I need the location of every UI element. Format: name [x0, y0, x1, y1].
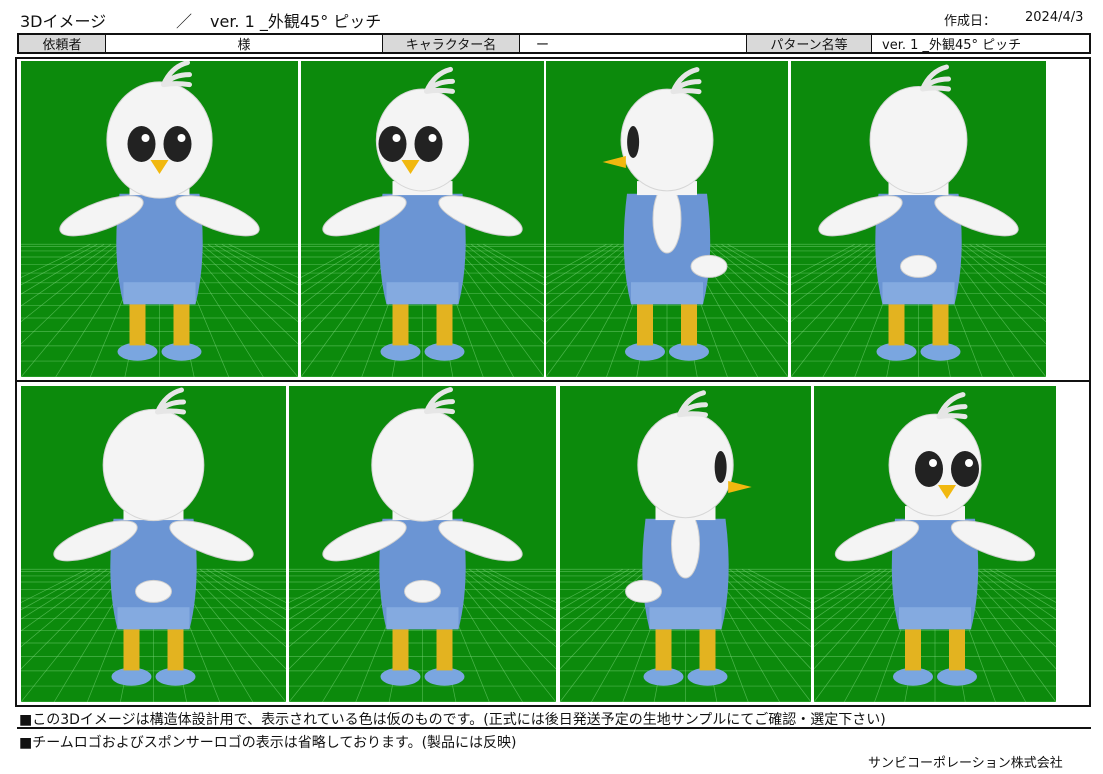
character-value: ー [520, 35, 747, 52]
note-logo-disclaimer: ■チームロゴおよびスポンサーロゴの表示は省略しております。(製品には反映) [19, 735, 517, 751]
view-side-right [560, 386, 811, 702]
view-front [21, 61, 298, 377]
row-divider [15, 380, 1091, 382]
view-back-right-45 [289, 386, 556, 702]
date-label: 作成日： [944, 14, 997, 29]
client-label: 依頼者 [19, 35, 106, 52]
info-table: 依頼者 様 キャラクター名 ー パターン名等 ver. 1 _外観45° ピッチ [17, 33, 1091, 54]
date-value: 2024/4/3 [1025, 10, 1084, 25]
pattern-value: ver. 1 _外観45° ピッチ [882, 38, 1022, 52]
client-value: 様 [106, 35, 383, 52]
view-back [21, 386, 286, 702]
note-divider [17, 727, 1091, 729]
version-title: ver. 1 _外観45° ピッチ [210, 12, 382, 31]
company-name: サンビコーポレーション株式会社 [868, 756, 1063, 771]
pattern-label: パターン名等 [747, 35, 872, 52]
view-side-left [546, 61, 788, 377]
view-front-right-45 [814, 386, 1056, 702]
title-separator: ／ [176, 12, 193, 31]
note-color-disclaimer: ■この3Dイメージは構造体設計用で、表示されている色は仮のものです。(正式には後… [19, 712, 886, 728]
view-back-left-45 [791, 61, 1046, 377]
document-title: 3Dイメージ [20, 12, 107, 31]
character-label: キャラクター名 [383, 35, 520, 52]
view-front-left-45 [301, 61, 544, 377]
